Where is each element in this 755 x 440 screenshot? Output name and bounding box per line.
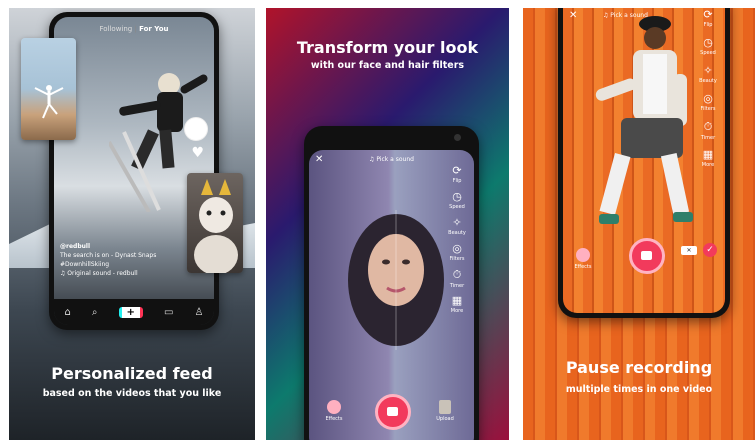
more-label: More [450,308,464,314]
phone-top-bar [304,126,479,148]
caption-title: Pause recording [565,358,713,377]
effects-icon [576,248,590,262]
filters-icon[interactable]: ◎ Filters [446,242,468,262]
inbox-icon[interactable]: ▭ [164,307,173,318]
effects-button[interactable]: Effects [573,248,593,270]
filters-label: Filters [449,256,465,262]
flip-camera-icon[interactable]: ⟳ Flip [446,164,468,184]
effects-icon [327,400,341,414]
video-thumbnail-yoga[interactable] [21,38,76,140]
phone-frame: ✕ ♫ Pick a sound ⟳ Flip ◷ Speed ✧ Beauty ◎ F… [558,8,730,318]
feed-tabs: Following | For You [99,25,169,33]
effects-button[interactable]: Effects [325,400,343,422]
beauty-icon[interactable]: ✧ Beauty [697,64,719,84]
feed-screen: Following | For You ♥ @redbull The searc… [54,17,214,325]
caption-subtitle: based on the videos that you like [42,388,222,399]
effects-label: Effects [325,416,343,422]
video-description: The search is on - Dynast Snaps #Downhil… [60,252,157,268]
profile-icon[interactable]: ♙ [194,307,203,318]
speed-icon[interactable]: ◷ Speed [697,36,719,56]
tab-for-you[interactable]: For You [139,25,168,33]
upload-button[interactable]: Upload [436,400,454,422]
more-icon[interactable]: ▦ More [697,148,719,168]
delete-segment-icon[interactable]: ✕ [681,246,697,255]
profile-avatar[interactable] [184,117,208,141]
speed-label: Speed [449,204,465,210]
more-label: More [701,162,715,168]
camera-screen: ✕ ♫ Pick a sound ⟳ Flip ◷ Speed ✧ Beauty ◎ F… [563,8,725,313]
search-icon[interactable]: ⌕ [92,307,98,318]
screenshot-panel-filters: Transform your look with our face and ha… [266,8,509,440]
yoga-pose-figure [34,85,64,119]
flip-camera-icon[interactable]: ⟳ Flip [697,8,719,28]
video-info: @redbull The search is on - Dynast Snaps… [60,242,180,278]
video-thumbnail-cat[interactable] [187,173,243,275]
phone-frame: ♫ Pick a sound ✕ ⟳ Flip ◷ Speed ✧ Beauty ◎ F… [304,126,479,440]
beauty-icon[interactable]: ✧ Beauty [446,216,468,236]
timer-icon[interactable]: ⏱ Timer [446,268,468,289]
close-icon[interactable]: ✕ [569,10,577,21]
effects-label: Effects [574,264,592,270]
timer-label: Timer [700,135,716,141]
upload-icon [439,400,451,414]
beauty-label: Beauty [699,78,717,84]
caption-subtitle: with our face and hair filters [310,60,465,71]
timer-icon[interactable]: ⏱ Timer [697,120,719,141]
timer-label: Timer [449,283,465,289]
front-camera-icon [454,134,461,141]
create-button[interactable]: + [118,306,143,318]
pick-sound-button[interactable]: ♫ Pick a sound [309,156,474,163]
upload-label: Upload [436,416,454,422]
video-username[interactable]: @redbull [60,242,180,251]
more-icon[interactable]: ▦ More [446,294,468,314]
home-icon[interactable]: ⌂ [65,307,71,318]
tab-following[interactable]: Following [99,25,132,33]
cat-figure [194,179,238,275]
video-sound[interactable]: ♫ Original sound - redbull [60,269,180,278]
close-icon[interactable]: ✕ [315,154,323,165]
record-button[interactable] [629,238,665,274]
flip-label: Flip [703,22,713,28]
screenshot-panel-recording: ✕ ♫ Pick a sound ⟳ Flip ◷ Speed ✧ Beauty ◎ F… [523,8,755,440]
flip-label: Flip [452,178,462,184]
speed-icon[interactable]: ◷ Speed [446,190,468,210]
screenshot-panel-feed: Following | For You ♥ @redbull The searc… [9,8,255,440]
filters-icon[interactable]: ◎ Filters [697,92,719,112]
bottom-nav: ⌂ ⌕ + ▭ ♙ [54,299,214,325]
face-figure [348,210,444,350]
speed-label: Speed [700,50,716,56]
confirm-check-icon[interactable]: ✓ [703,243,717,257]
caption-title: Transform your look [296,38,479,57]
like-heart-icon[interactable]: ♥ [191,145,204,161]
caption-subtitle: multiple times in one video [565,384,713,395]
beauty-label: Beauty [448,230,466,236]
camera-screen: ♫ Pick a sound ✕ ⟳ Flip ◷ Speed ✧ Beauty ◎ F… [309,150,474,440]
record-button[interactable] [375,394,411,430]
filters-label: Filters [700,106,716,112]
caption-title: Personalized feed [51,364,213,383]
